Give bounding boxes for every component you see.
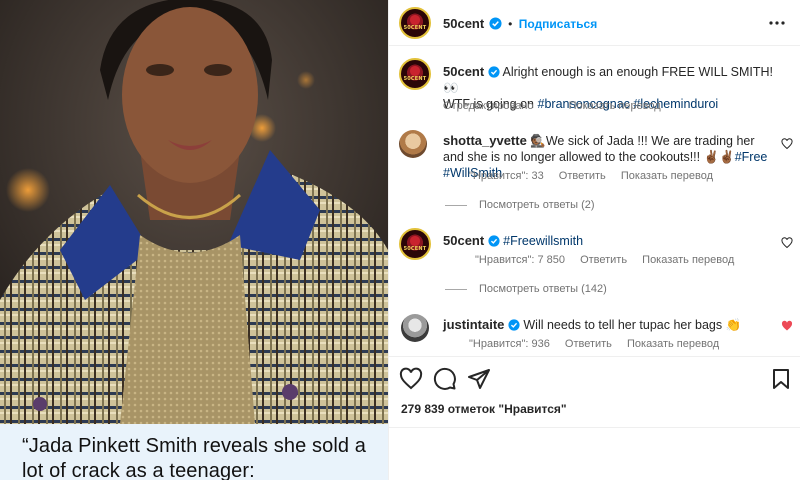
commenter-avatar[interactable]	[401, 314, 429, 342]
post-header: 50CENT 50cent • Подписаться	[389, 0, 800, 46]
comment-username[interactable]: 50cent	[443, 233, 484, 248]
view-replies-label: Посмотреть ответы (142)	[479, 283, 607, 295]
avatar-emblem-icon	[410, 66, 420, 76]
translate-link[interactable]: Показать перевод	[642, 254, 734, 266]
avatar-logo-text: 50CENT	[403, 246, 427, 253]
replies-divider-line	[445, 204, 467, 206]
commenter-avatar[interactable]: 50CENT	[399, 228, 431, 260]
caption-meta: Отредактировано Показать перевод	[443, 100, 673, 112]
view-replies-label: Посмотреть ответы (2)	[479, 199, 595, 211]
comment-username[interactable]: justintaite	[443, 317, 504, 332]
caption-card: “Jada Pinkett Smith reveals she sold a l…	[0, 424, 388, 480]
replies-divider-line	[445, 288, 467, 290]
author-avatar[interactable]: 50CENT	[399, 7, 431, 39]
avatar-emblem-icon	[410, 15, 420, 25]
translate-link[interactable]: Показать перевод	[621, 170, 713, 182]
comment-likes-count[interactable]: "Нравится": 7 850	[475, 254, 565, 266]
comment-bubble-icon[interactable]	[433, 367, 457, 391]
post-photo	[0, 0, 388, 424]
header-username[interactable]: 50cent	[443, 16, 484, 31]
verified-badge-icon	[488, 66, 500, 78]
commenter-avatar[interactable]	[399, 130, 427, 158]
post-likes-count[interactable]: 279 839 отметок "Нравится"	[401, 402, 567, 416]
comment-like-heart-icon[interactable]	[781, 138, 793, 150]
comment-meta: "Нравится": 7 850 Ответить Показать пере…	[475, 254, 746, 266]
comment-like-heart-icon[interactable]	[781, 237, 793, 249]
post-details-panel: 50CENT 50cent • Подписаться 50CENT 50cen…	[388, 0, 800, 480]
like-heart-icon[interactable]	[399, 367, 423, 391]
comment-body: 50cent #Freewillsmith	[443, 233, 773, 249]
avatar-logo-text: 50CENT	[403, 76, 427, 83]
verified-badge-icon	[508, 319, 520, 331]
caption-username[interactable]: 50cent	[443, 64, 484, 79]
post-author-avatar[interactable]: 50CENT	[399, 58, 431, 90]
header-user-line: 50cent • Подписаться	[443, 15, 597, 33]
action-bar-divider	[389, 427, 800, 428]
verified-badge-icon	[489, 17, 502, 30]
comment-meta: "Нравится": 936 Ответить Показать перево…	[469, 338, 731, 350]
post-action-bar: 279 839 отметок "Нравится"	[389, 356, 800, 480]
share-paper-plane-icon[interactable]	[467, 367, 491, 391]
more-options-icon[interactable]	[767, 14, 787, 32]
view-replies-button[interactable]: Посмотреть ответы (2)	[445, 199, 595, 211]
avatar-logo-text: 50CENT	[403, 25, 427, 32]
view-replies-button[interactable]: Посмотреть ответы (142)	[445, 283, 607, 295]
comment-username[interactable]: shotta_yvette	[443, 133, 527, 148]
media-caption-text: “Jada Pinkett Smith reveals she sold a l…	[22, 435, 366, 480]
comment-liked-heart-icon[interactable]	[781, 320, 793, 332]
comment-text: Will needs to tell her tupac her bags 👏	[523, 318, 742, 332]
reply-button[interactable]: Ответить	[559, 170, 606, 182]
header-separator: •	[508, 17, 513, 31]
comment-meta: "Нравится": 33 Ответить Показать перевод	[469, 170, 725, 182]
edited-label: Отредактировано	[443, 100, 534, 112]
comment-body: justintaite Will needs to tell her tupac…	[443, 317, 773, 333]
translate-link[interactable]: Показать перевод	[569, 100, 661, 112]
save-bookmark-icon[interactable]	[769, 367, 793, 391]
reply-button[interactable]: Ответить	[580, 254, 627, 266]
hashtag-link[interactable]: #Free	[735, 150, 768, 164]
comment-likes-count[interactable]: "Нравится": 33	[469, 170, 544, 182]
verified-badge-icon	[488, 235, 500, 247]
hashtag-link[interactable]: #Freewillsmith	[503, 234, 583, 248]
reply-button[interactable]: Ответить	[565, 338, 612, 350]
follow-button[interactable]: Подписаться	[519, 17, 597, 31]
avatar-emblem-icon	[410, 236, 420, 246]
translate-link[interactable]: Показать перевод	[627, 338, 719, 350]
post-media[interactable]: “Jada Pinkett Smith reveals she sold a l…	[0, 0, 388, 480]
comment-likes-count[interactable]: "Нравится": 936	[469, 338, 550, 350]
